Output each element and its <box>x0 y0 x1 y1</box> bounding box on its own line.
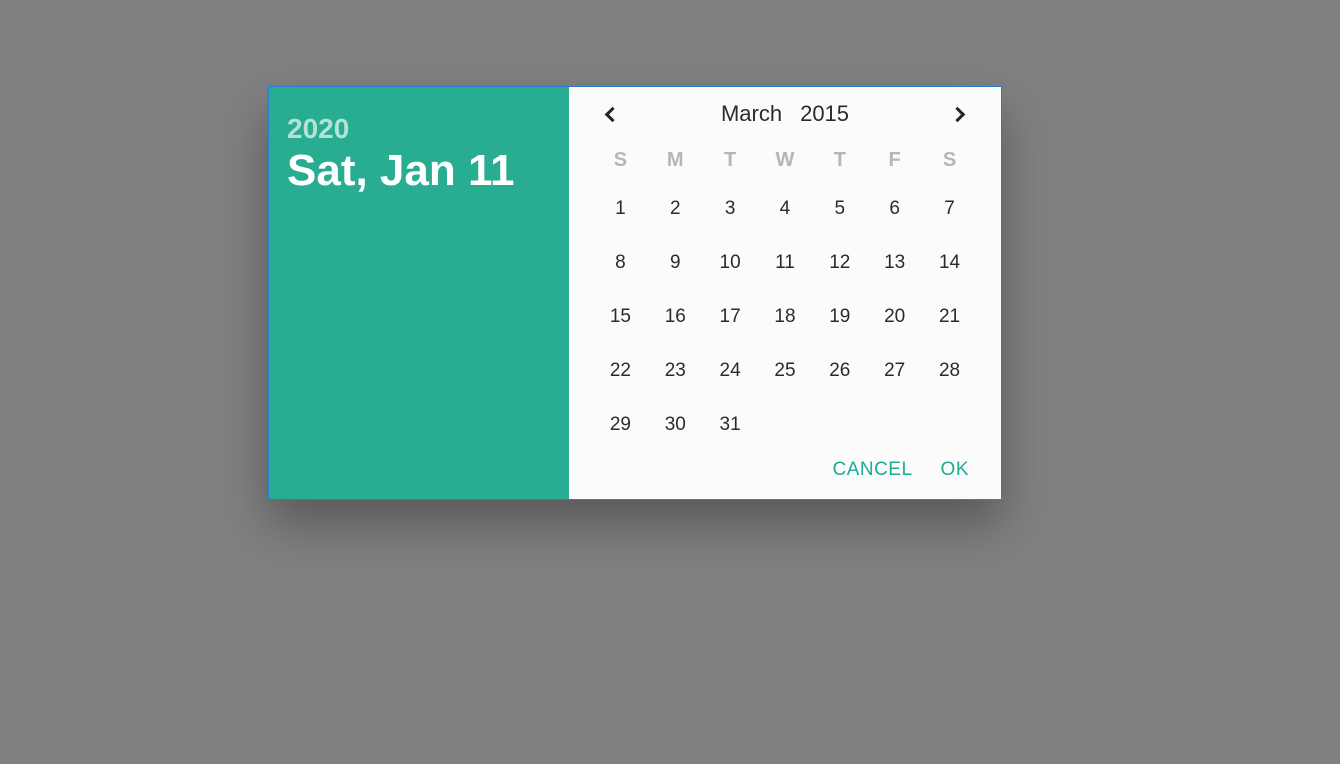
day-cell-empty <box>922 398 977 452</box>
day-cell[interactable]: 24 <box>703 344 758 398</box>
day-cell[interactable]: 12 <box>812 236 867 290</box>
day-cell[interactable]: 11 <box>758 236 813 290</box>
day-cell[interactable]: 15 <box>593 290 648 344</box>
chevron-left-icon <box>604 106 620 122</box>
selected-date[interactable]: Sat, Jan 11 <box>287 147 551 195</box>
day-cell[interactable]: 7 <box>922 182 977 236</box>
weekday-row: S M T W T F S <box>593 141 977 182</box>
calendar-panel: March 2015 S M T W T F S <box>569 87 1001 499</box>
day-cell[interactable]: 10 <box>703 236 758 290</box>
calendar-week: 29 30 31 <box>593 398 977 452</box>
day-cell-empty <box>867 398 922 452</box>
month-year-title: March 2015 <box>721 101 849 127</box>
day-cell[interactable]: 4 <box>758 182 813 236</box>
day-cell[interactable]: 20 <box>867 290 922 344</box>
day-cell[interactable]: 13 <box>867 236 922 290</box>
weekday-header: F <box>867 141 922 182</box>
day-cell[interactable]: 26 <box>812 344 867 398</box>
day-cell[interactable]: 3 <box>703 182 758 236</box>
day-cell[interactable]: 31 <box>703 398 758 452</box>
prev-month-button[interactable] <box>597 99 627 129</box>
cancel-button[interactable]: CANCEL <box>832 459 912 481</box>
weekday-header: W <box>758 141 813 182</box>
calendar-grid: S M T W T F S 1 2 3 4 5 6 7 <box>593 141 977 452</box>
day-cell[interactable]: 21 <box>922 290 977 344</box>
calendar-header: March 2015 <box>593 99 977 135</box>
day-cell[interactable]: 5 <box>812 182 867 236</box>
selected-year[interactable]: 2020 <box>287 113 551 145</box>
date-picker-dialog: 2020 Sat, Jan 11 March 2015 S M T W <box>268 86 1002 500</box>
day-cell[interactable]: 16 <box>648 290 703 344</box>
day-cell[interactable]: 29 <box>593 398 648 452</box>
day-cell[interactable]: 30 <box>648 398 703 452</box>
day-cell[interactable]: 1 <box>593 182 648 236</box>
calendar-week: 22 23 24 25 26 27 28 <box>593 344 977 398</box>
weekday-header: S <box>922 141 977 182</box>
day-cell[interactable]: 6 <box>867 182 922 236</box>
day-cell[interactable]: 22 <box>593 344 648 398</box>
day-cell[interactable]: 17 <box>703 290 758 344</box>
day-cell[interactable]: 9 <box>648 236 703 290</box>
selected-date-panel: 2020 Sat, Jan 11 <box>269 87 569 499</box>
day-cell[interactable]: 2 <box>648 182 703 236</box>
dialog-actions: CANCEL OK <box>593 455 977 485</box>
day-cell[interactable]: 28 <box>922 344 977 398</box>
month-label[interactable]: March <box>721 101 782 127</box>
weekday-header: T <box>703 141 758 182</box>
chevron-right-icon <box>950 106 966 122</box>
weekday-header: S <box>593 141 648 182</box>
day-cell-empty <box>758 398 813 452</box>
day-cell[interactable]: 25 <box>758 344 813 398</box>
day-cell[interactable]: 14 <box>922 236 977 290</box>
weekday-header: M <box>648 141 703 182</box>
calendar-body: 1 2 3 4 5 6 7 8 9 10 11 12 13 14 <box>593 182 977 452</box>
next-month-button[interactable] <box>943 99 973 129</box>
day-cell[interactable]: 18 <box>758 290 813 344</box>
day-cell-empty <box>812 398 867 452</box>
day-cell[interactable]: 8 <box>593 236 648 290</box>
weekday-header: T <box>812 141 867 182</box>
calendar-week: 1 2 3 4 5 6 7 <box>593 182 977 236</box>
day-cell[interactable]: 19 <box>812 290 867 344</box>
day-cell[interactable]: 27 <box>867 344 922 398</box>
calendar-week: 8 9 10 11 12 13 14 <box>593 236 977 290</box>
ok-button[interactable]: OK <box>941 459 969 481</box>
year-label[interactable]: 2015 <box>800 101 849 127</box>
day-cell[interactable]: 23 <box>648 344 703 398</box>
calendar-week: 15 16 17 18 19 20 21 <box>593 290 977 344</box>
